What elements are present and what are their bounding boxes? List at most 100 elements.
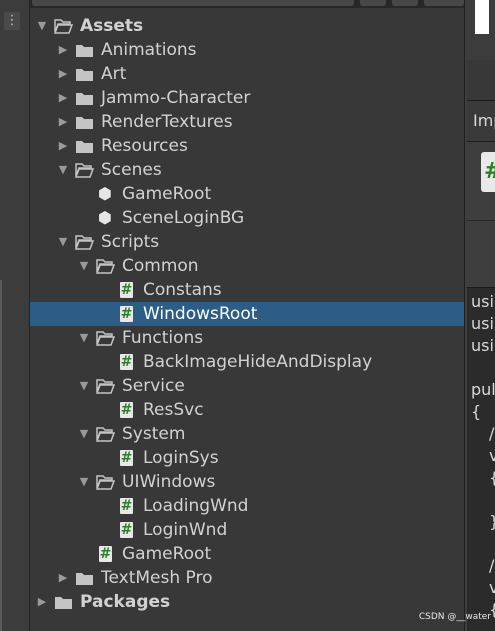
project-tree: ▼ Assets ▶ Animations ▶ Art ▶ Jammo-Character ▶ R… [30,8,464,631]
script-item[interactable]: # Constans [30,278,464,302]
script-item[interactable]: # ResSvc [30,398,464,422]
open-folder-icon [95,473,116,491]
folder-icon [54,593,73,611]
folder-item[interactable]: ▶ Packages [30,590,464,614]
collapsed-arrow-icon[interactable]: ▶ [57,110,69,134]
folder-item[interactable]: ▼ Service [30,374,464,398]
toolbar-button[interactable] [392,0,418,6]
script-item[interactable]: # LoginSys [30,446,464,470]
collapsed-arrow-icon[interactable]: ▶ [36,590,48,614]
csharp-script-icon: # [120,522,133,538]
collapsed-arrow-icon[interactable]: ▶ [57,134,69,158]
item-label: Functions [122,328,204,348]
inspector-panel: Imp # usiusiusipul{/v{}/v{ [464,0,495,631]
item-label: Constans [143,280,222,300]
inspector-toolbar [467,60,495,101]
item-label: Jammo-Character [101,88,251,108]
csharp-script-icon: # [120,450,133,466]
collapsed-arrow-icon[interactable]: ▶ [57,86,69,110]
search-field[interactable] [32,0,354,6]
import-settings-header[interactable]: Imp [467,100,495,142]
code-line: v [489,446,495,465]
item-label: GameRoot [122,544,212,564]
item-label: WindowsRoot [143,304,258,324]
item-label: Packages [80,592,171,612]
code-preview: usiusiusipul{/v{}/v{ [467,287,495,631]
expanded-arrow-icon[interactable]: ▼ [36,14,48,38]
item-label: Animations [101,40,197,60]
open-folder-icon [95,257,116,275]
item-label: RenderTextures [101,112,233,132]
script-item[interactable]: # BackImageHideAndDisplay [30,350,464,374]
expanded-arrow-icon[interactable]: ▼ [78,374,90,398]
open-folder-icon [74,233,95,251]
folder-item[interactable]: ▼ Functions [30,326,464,350]
expanded-arrow-icon[interactable]: ▼ [78,326,90,350]
collapsed-arrow-icon[interactable]: ▶ [57,566,69,590]
toolbar-button[interactable] [360,0,386,6]
item-label: Common [122,256,199,276]
code-line: { [471,402,482,421]
scene-item[interactable]: ⬢ SceneLoginBG [30,206,464,230]
code-line: usi [471,314,494,333]
open-folder-icon [95,329,116,347]
csharp-script-icon: # [120,354,133,370]
csharp-script-icon: # [99,546,112,562]
folder-item[interactable]: ▼ Common [30,254,464,278]
item-label: LoginSys [143,448,219,468]
folder-item[interactable]: ▼ Scripts [30,230,464,254]
item-label: ResSvc [143,400,204,420]
open-folder-icon [95,425,116,443]
inspector-header [467,0,495,61]
folder-item[interactable]: ▶ Resources [30,134,464,158]
script-item[interactable]: # LoadingWnd [30,494,464,518]
script-item[interactable]: # LoginWnd [30,518,464,542]
item-label: LoadingWnd [143,496,249,516]
toolbar-button[interactable] [424,0,464,6]
code-line: { [489,468,495,487]
folder-item[interactable]: ▶ Animations [30,38,464,62]
item-label: Assets [80,16,144,36]
folder-item[interactable]: ▶ TextMesh Pro [30,566,464,590]
folder-item[interactable]: ▼ System [30,422,464,446]
script-item[interactable]: # WindowsRoot [30,302,464,326]
item-label: TextMesh Pro [101,568,213,588]
code-line: usi [471,336,494,355]
script-asset-icon: # [481,152,495,192]
folder-icon [75,137,94,155]
collapsed-arrow-icon[interactable]: ▶ [57,62,69,86]
folder-item[interactable]: ▼ Scenes [30,158,464,182]
expanded-arrow-icon[interactable]: ▼ [57,230,69,254]
folder-item[interactable]: ▶ Jammo-Character [30,86,464,110]
folder-item[interactable]: ▼ Assets [30,14,464,38]
item-label: SceneLoginBG [122,208,245,228]
expanded-arrow-icon[interactable]: ▼ [78,422,90,446]
collapsed-arrow-icon[interactable]: ▶ [57,38,69,62]
item-label: Resources [101,136,188,156]
csharp-script-icon: # [120,282,133,298]
unity-scene-icon: ⬢ [98,184,112,203]
folder-icon [75,89,94,107]
expanded-arrow-icon[interactable]: ▼ [78,254,90,278]
folder-icon [75,569,94,587]
left-panel-strip: ⋮ [0,0,30,631]
csharp-script-icon: # [120,306,133,322]
code-line: / [489,556,495,575]
expanded-arrow-icon[interactable]: ▼ [78,470,90,494]
item-label: GameRoot [122,184,212,204]
expanded-arrow-icon[interactable]: ▼ [57,158,69,182]
csharp-script-icon: # [120,498,133,514]
folder-item[interactable]: ▼ UIWindows [30,470,464,494]
code-line: } [489,512,495,531]
folder-item[interactable]: ▶ RenderTextures [30,110,464,134]
item-label: Art [101,64,127,84]
scene-item[interactable]: ⬢ GameRoot [30,182,464,206]
folder-item[interactable]: ▶ Art [30,62,464,86]
project-toolbar [30,0,464,8]
open-folder-icon [95,377,116,395]
code-scrollbar[interactable] [0,280,2,631]
panel-menu-icon[interactable]: ⋮ [4,12,20,30]
item-label: Service [122,376,185,396]
script-item[interactable]: # GameRoot [30,542,464,566]
item-label: System [122,424,186,444]
